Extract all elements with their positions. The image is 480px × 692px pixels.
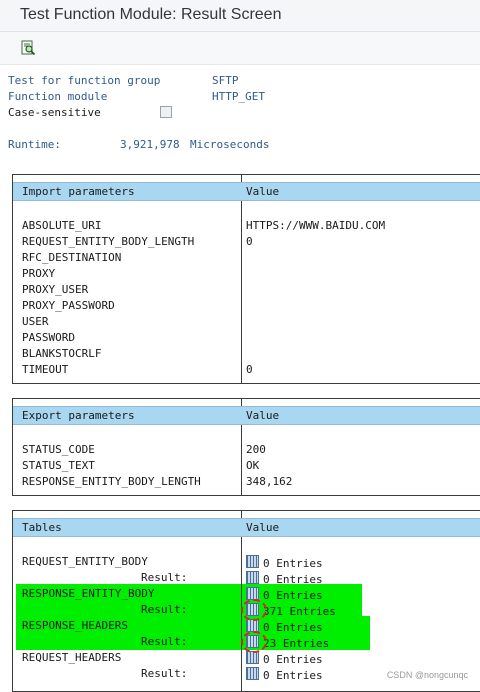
param-name: STATUS_CODE <box>22 443 95 456</box>
table-icon[interactable] <box>246 667 259 680</box>
export-header-row: Export parameters Value <box>13 406 480 425</box>
result-label: Result: <box>141 603 188 616</box>
import-parameters-panel: Import parameters Value ABSOLUTE_URI HTT… <box>12 174 480 384</box>
table-name: REQUEST_HEADERS <box>22 651 122 664</box>
param-name: REQUEST_ENTITY_BODY_LENGTH <box>22 235 195 248</box>
case-sensitive-checkbox[interactable] <box>160 106 172 118</box>
export-parameters-panel: Export parameters Value STATUS_CODE 200 … <box>12 398 480 496</box>
function-module-value: HTTP_GET <box>212 90 265 103</box>
param-name: PROXY <box>22 267 56 280</box>
param-value[interactable]: 200 <box>246 443 266 457</box>
function-group-value: SFTP <box>212 74 239 87</box>
tables-header-row: Tables Value <box>13 518 480 537</box>
param-name: ABSOLUTE_URI <box>22 219 102 232</box>
toolbar <box>0 32 480 65</box>
table-result[interactable]: 0 Entries <box>246 571 323 587</box>
param-value[interactable]: 0 <box>246 235 253 249</box>
function-module-label: Function module <box>8 90 108 103</box>
table-name: REQUEST_ENTITY_BODY <box>22 555 148 568</box>
param-name: USER <box>22 315 49 328</box>
param-value[interactable]: HTTPS://WWW.BAIDU.COM <box>246 219 385 233</box>
search-document-icon[interactable] <box>20 40 36 56</box>
annotation-circle <box>241 599 267 621</box>
param-name: STATUS_TEXT <box>22 459 95 472</box>
case-sensitive-label: Case-sensitive <box>8 106 101 119</box>
table-icon[interactable] <box>246 571 259 584</box>
table-result[interactable]: 0 Entries <box>246 667 323 683</box>
result-label: Result: <box>141 635 188 648</box>
param-value[interactable]: 348,162 <box>246 475 292 489</box>
import-header-row: Import parameters Value <box>13 182 480 201</box>
runtime-value: 3,921,978 <box>120 138 180 151</box>
annotation-circle <box>241 631 267 653</box>
param-name: PROXY_USER <box>22 283 89 296</box>
param-value[interactable]: 0 <box>246 363 253 377</box>
window-title: Test Function Module: Result Screen <box>20 6 282 23</box>
param-name: BLANKSTOCRLF <box>22 347 102 360</box>
export-header-title: Export parameters <box>22 409 135 422</box>
table-value[interactable]: 0 Entries <box>246 651 323 667</box>
param-name: RFC_DESTINATION <box>22 251 122 264</box>
import-header-value: Value <box>246 185 280 198</box>
tables-header-title: Tables <box>22 521 62 534</box>
table-icon[interactable] <box>246 555 259 568</box>
function-group-label: Test for function group <box>8 74 161 87</box>
result-label: Result: <box>141 571 188 584</box>
result-label: Result: <box>141 667 188 680</box>
runtime-label: Runtime: <box>8 138 61 151</box>
tables-header-value: Value <box>246 521 280 534</box>
title-bar: Test Function Module: Result Screen <box>0 0 480 32</box>
table-value[interactable]: 0 Entries <box>246 555 323 571</box>
param-value[interactable]: OK <box>246 459 259 473</box>
import-header-title: Import parameters <box>22 185 135 198</box>
param-name: PASSWORD <box>22 331 75 344</box>
table-name: RESPONSE_HEADERS <box>22 619 128 632</box>
param-name: RESPONSE_ENTITY_BODY_LENGTH <box>22 475 201 488</box>
param-name: PROXY_PASSWORD <box>22 299 115 312</box>
watermark: CSDN @nongcunqc <box>386 670 468 680</box>
export-header-value: Value <box>246 409 280 422</box>
table-name: RESPONSE_ENTITY_BODY <box>22 587 155 600</box>
runtime-unit: Microseconds <box>190 138 270 151</box>
param-name: TIMEOUT <box>22 363 69 376</box>
